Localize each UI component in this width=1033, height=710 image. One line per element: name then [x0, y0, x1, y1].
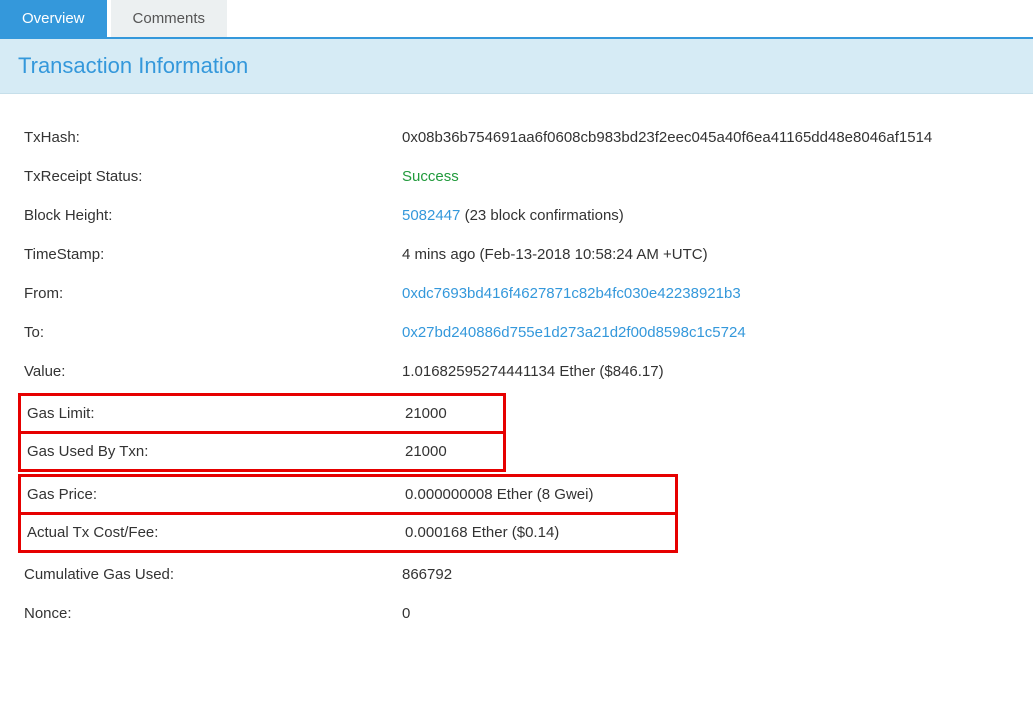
tab-comments[interactable]: Comments — [111, 0, 228, 37]
label-nonce: Nonce: — [24, 605, 402, 622]
panel-header: Transaction Information — [0, 39, 1033, 94]
label-from: From: — [24, 285, 402, 302]
value-nonce: 0 — [402, 605, 410, 622]
row-blockheight: Block Height: 5082447 (23 block confirma… — [18, 196, 1015, 235]
row-txhash: TxHash: 0x08b36b754691aa6f0608cb983bd23f… — [18, 118, 1015, 157]
panel-title: Transaction Information — [18, 53, 1015, 79]
value-blockheight: 5082447 (23 block confirmations) — [402, 207, 624, 224]
row-actualcost: Actual Tx Cost/Fee: 0.000168 Ether ($0.1… — [21, 512, 675, 550]
label-gasprice: Gas Price: — [27, 486, 405, 503]
highlight-gas-limit-used: Gas Limit: 21000 Gas Used By Txn: 21000 — [18, 393, 506, 472]
tx-details: TxHash: 0x08b36b754691aa6f0608cb983bd23f… — [0, 94, 1033, 651]
value-gaslimit: 21000 — [405, 405, 447, 422]
label-receipt: TxReceipt Status: — [24, 168, 402, 185]
row-value: Value: 1.01682595274441134 Ether ($846.1… — [18, 352, 1015, 391]
tabs-bar: Overview Comments — [0, 0, 1033, 39]
link-from-address[interactable]: 0xdc7693bd416f4627871c82b4fc030e42238921… — [402, 285, 741, 302]
row-to: To: 0x27bd240886d755e1d273a21d2f00d8598c… — [18, 313, 1015, 352]
row-gasprice: Gas Price: 0.000000008 Ether (8 Gwei) — [21, 477, 675, 512]
link-blockheight[interactable]: 5082447 — [402, 207, 460, 224]
label-timestamp: TimeStamp: — [24, 246, 402, 263]
row-gaslimit: Gas Limit: 21000 — [21, 396, 503, 431]
label-txhash: TxHash: — [24, 129, 402, 146]
value-txhash: 0x08b36b754691aa6f0608cb983bd23f2eec045a… — [402, 129, 932, 146]
value-actualcost: 0.000168 Ether ($0.14) — [405, 524, 559, 541]
value-gasprice: 0.000000008 Ether (8 Gwei) — [405, 486, 593, 503]
row-cumgas: Cumulative Gas Used: 866792 — [18, 555, 1015, 594]
label-actualcost: Actual Tx Cost/Fee: — [27, 524, 405, 541]
link-to-address[interactable]: 0x27bd240886d755e1d273a21d2f00d8598c1c57… — [402, 324, 746, 341]
value-blockconf: (23 block confirmations) — [460, 207, 623, 224]
row-gasused: Gas Used By Txn: 21000 — [21, 431, 503, 469]
value-timestamp: 4 mins ago (Feb-13-2018 10:58:24 AM +UTC… — [402, 246, 708, 263]
label-cumgas: Cumulative Gas Used: — [24, 566, 402, 583]
label-blockheight: Block Height: — [24, 207, 402, 224]
row-timestamp: TimeStamp: 4 mins ago (Feb-13-2018 10:58… — [18, 235, 1015, 274]
label-gaslimit: Gas Limit: — [27, 405, 405, 422]
tab-overview[interactable]: Overview — [0, 0, 107, 37]
label-gasused: Gas Used By Txn: — [27, 443, 405, 460]
highlight-gas-price-cost: Gas Price: 0.000000008 Ether (8 Gwei) Ac… — [18, 474, 678, 553]
label-to: To: — [24, 324, 402, 341]
value-cumgas: 866792 — [402, 566, 452, 583]
row-receipt: TxReceipt Status: Success — [18, 157, 1015, 196]
value-receipt: Success — [402, 168, 459, 185]
row-from: From: 0xdc7693bd416f4627871c82b4fc030e42… — [18, 274, 1015, 313]
value-gasused: 21000 — [405, 443, 447, 460]
value-value: 1.01682595274441134 Ether ($846.17) — [402, 363, 664, 380]
label-value: Value: — [24, 363, 402, 380]
row-nonce: Nonce: 0 — [18, 594, 1015, 633]
